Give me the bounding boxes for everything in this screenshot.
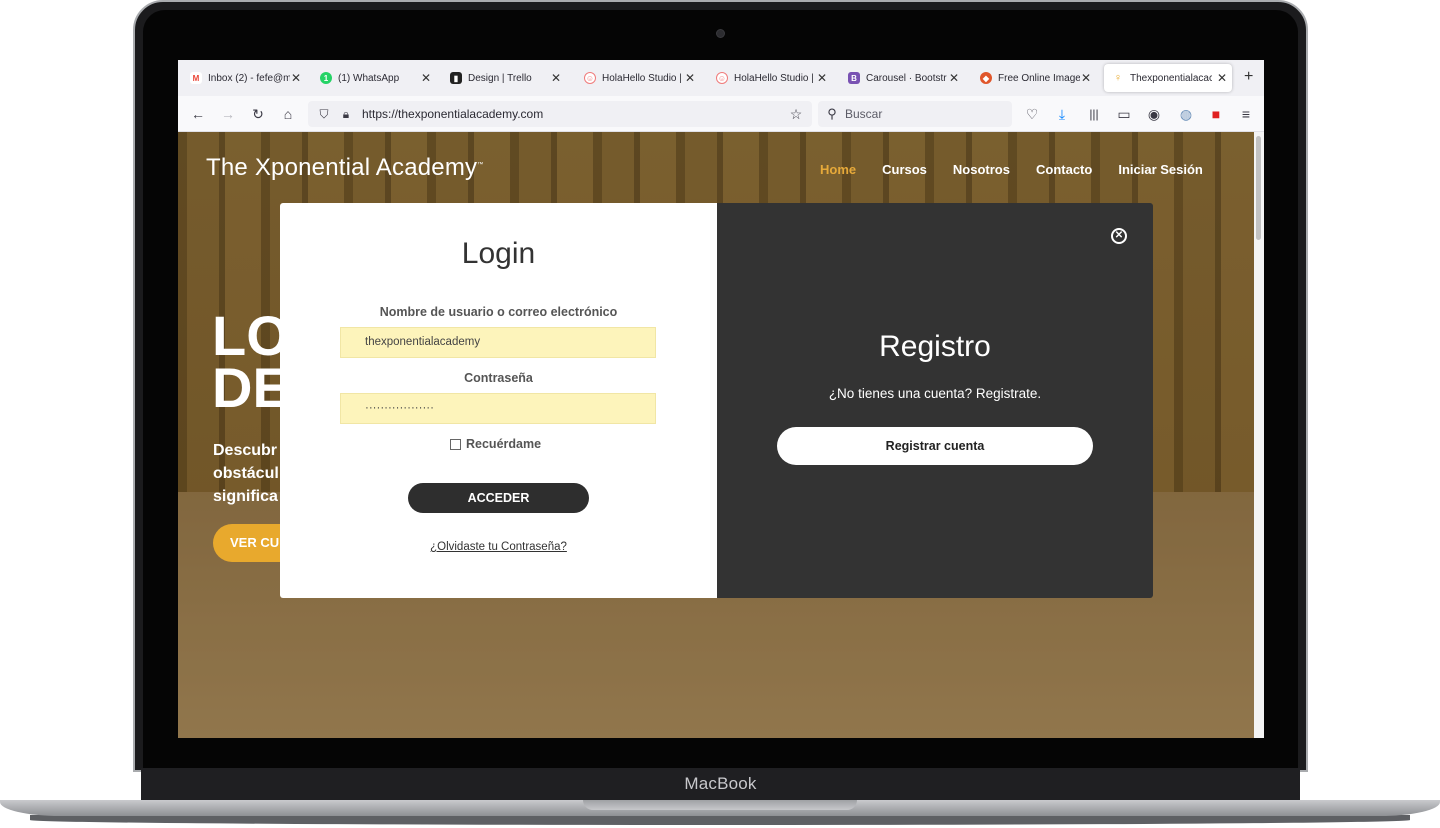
scrollbar-thumb[interactable] <box>1256 136 1261 240</box>
password-field[interactable]: ·················· <box>340 393 656 424</box>
nav-item-contacto[interactable]: Contacto <box>1036 162 1092 177</box>
remember-checkbox[interactable] <box>450 438 461 450</box>
tab-title: HolaHello Studio | <box>734 72 814 84</box>
hero-subtitle-line: Descubr <box>213 442 278 459</box>
remember-label: Recuérdame <box>466 437 542 451</box>
tab-title: Thexponentialacac <box>1130 72 1212 84</box>
close-tab-icon[interactable]: ✕ <box>1080 71 1092 85</box>
trello-icon: ▮ <box>450 72 462 84</box>
lock-icon[interactable]: 🔒︎ <box>336 104 356 124</box>
new-tab-icon[interactable]: + <box>1244 68 1253 86</box>
register-account-button[interactable]: Registrar cuenta <box>777 427 1093 465</box>
laptop-hinge-notch <box>583 800 857 810</box>
site-nav: Home Cursos Nosotros Contacto Iniciar Se… <box>820 162 1203 177</box>
image-tool-icon: ◆ <box>980 72 992 84</box>
hero-title: LO DE <box>212 304 290 419</box>
device-label: MacBook <box>684 774 757 793</box>
browser-tab[interactable]: ☺ HolaHello Studio | ✕ <box>708 64 832 92</box>
nav-item-home[interactable]: Home <box>820 162 856 177</box>
menu-icon[interactable]: ≡ <box>1236 104 1256 124</box>
login-title: Login <box>461 237 536 270</box>
tab-title: HolaHello Studio | <box>602 72 682 84</box>
tab-title: Free Online Image <box>998 72 1080 84</box>
hero-subtitle: Descubr obstácul significa <box>213 439 279 508</box>
username-label: Nombre de usuario o correo electrónico <box>379 305 618 319</box>
browser-window: M Inbox (2) - fefe@m ✕ 1 (1) WhatsApp ✕ … <box>178 60 1264 738</box>
gmail-icon: M <box>190 72 202 84</box>
pocket-icon[interactable]: ♡ <box>1022 104 1042 124</box>
register-title: Registro <box>879 330 991 363</box>
camera <box>716 29 725 38</box>
url-text: https://thexponentialacademy.com <box>362 107 544 121</box>
back-icon[interactable]: ← <box>188 104 208 124</box>
website-hero: The Xponential Academy™ Home Cursos Noso… <box>178 132 1254 738</box>
search-placeholder: Buscar <box>845 107 883 121</box>
close-icon[interactable]: ✕ <box>1111 228 1127 244</box>
reload-icon[interactable]: ↻ <box>248 104 268 124</box>
register-panel: ✕ Registro ¿No tienes una cuenta? Regist… <box>717 203 1153 598</box>
close-tab-icon[interactable]: ✕ <box>1216 71 1228 85</box>
login-submit-button[interactable]: ACCEDER <box>408 483 589 513</box>
download-icon[interactable]: ⤓ <box>1052 104 1072 124</box>
tab-title: Carousel · Bootstr <box>866 72 947 84</box>
bookmark-star-icon[interactable]: ☆ <box>786 104 806 124</box>
url-bar[interactable]: ⛉ 🔒︎ https://thexponentialacademy.com ☆ <box>308 101 812 127</box>
close-tab-icon[interactable]: ✕ <box>290 71 302 85</box>
password-label: Contraseña <box>464 371 533 385</box>
laptop-base-shadow <box>30 815 1410 825</box>
forward-icon[interactable]: → <box>218 104 238 124</box>
close-tab-icon[interactable]: ✕ <box>684 71 696 85</box>
holahello-icon: ☺ <box>584 72 596 84</box>
close-tab-icon[interactable]: ✕ <box>550 71 562 85</box>
whatsapp-icon: 1 <box>320 72 332 84</box>
nav-item-cursos[interactable]: Cursos <box>882 162 927 177</box>
bulb-icon: ♀ <box>1112 72 1124 84</box>
search-icon: ⚲ <box>827 106 837 121</box>
search-bar[interactable]: ⚲ Buscar <box>818 101 1012 127</box>
remember-me[interactable]: Recuérdame <box>450 437 541 451</box>
browser-tab[interactable]: M Inbox (2) - fefe@m ✕ <box>182 64 306 92</box>
home-icon[interactable]: ⌂ <box>278 104 298 124</box>
site-logo[interactable]: The Xponential Academy™ <box>206 154 483 182</box>
username-field[interactable]: thexponentialacademy <box>340 327 656 358</box>
hero-subtitle-line: significa <box>213 488 278 505</box>
browser-tab[interactable]: ◆ Free Online Image ✕ <box>972 64 1096 92</box>
laptop-chin: MacBook <box>141 768 1300 800</box>
hero-subtitle-line: obstácul <box>213 465 279 482</box>
nav-item-nosotros[interactable]: Nosotros <box>953 162 1010 177</box>
extension-icon[interactable]: ◉ <box>1144 104 1164 124</box>
page-scrollbar[interactable] <box>1254 132 1264 738</box>
register-subtitle: ¿No tienes una cuenta? Registrate. <box>828 386 1042 401</box>
tab-bar: M Inbox (2) - fefe@m ✕ 1 (1) WhatsApp ✕ … <box>178 60 1264 96</box>
close-tab-icon[interactable]: ✕ <box>948 71 960 85</box>
tab-title: Design | Trello <box>468 72 532 84</box>
forgot-password-link[interactable]: ¿Olvidaste tu Contraseña? <box>280 541 717 553</box>
browser-tab[interactable]: ☺ HolaHello Studio | ✕ <box>576 64 700 92</box>
hero-title-line: DE <box>212 356 290 419</box>
hero-title-line: LO <box>212 304 290 367</box>
library-icon[interactable]: ||| <box>1084 104 1104 124</box>
logo-text: The Xponential Academy <box>206 154 478 181</box>
logo-trademark: ™ <box>477 162 484 168</box>
holahello-icon: ☺ <box>716 72 728 84</box>
tab-title: Inbox (2) - fefe@m <box>208 72 290 84</box>
browser-tab[interactable]: ▮ Design | Trello ✕ <box>442 64 566 92</box>
close-tab-icon[interactable]: ✕ <box>420 71 432 85</box>
navigation-toolbar: ← → ↻ ⌂ ⛉ 🔒︎ https://thexponentialacadem… <box>178 96 1264 132</box>
browser-tab[interactable]: B Carousel · Bootstr ✕ <box>840 64 964 92</box>
tab-title: (1) WhatsApp <box>338 72 400 84</box>
close-tab-icon[interactable]: ✕ <box>816 71 828 85</box>
login-panel: Login Nombre de usuario o correo electró… <box>280 203 717 598</box>
browser-tab-active[interactable]: ♀ Thexponentialacac ✕ <box>1104 64 1232 92</box>
sidebar-icon[interactable]: ▭ <box>1114 104 1134 124</box>
adblock-icon[interactable]: ■ <box>1206 104 1226 124</box>
bootstrap-icon: B <box>848 72 860 84</box>
account-icon[interactable]: ◍ <box>1176 104 1196 124</box>
nav-item-iniciar-sesion[interactable]: Iniciar Sesión <box>1118 162 1203 177</box>
browser-tab[interactable]: 1 (1) WhatsApp ✕ <box>312 64 436 92</box>
shield-icon[interactable]: ⛉ <box>314 104 334 124</box>
